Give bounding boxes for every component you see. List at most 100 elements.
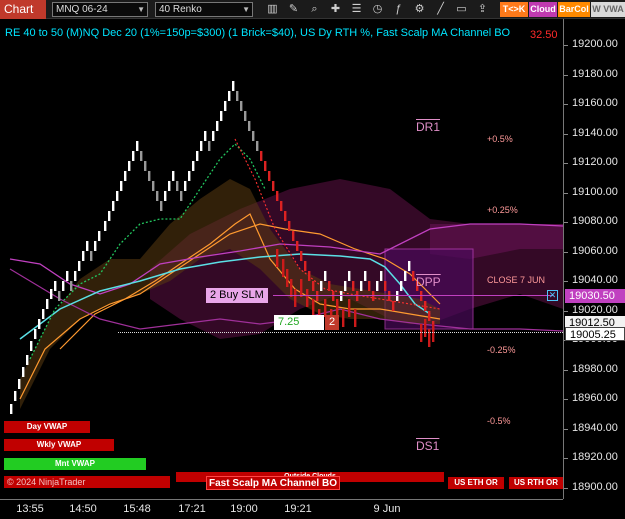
template-icon[interactable]: ▭ bbox=[454, 2, 469, 17]
renko-brick bbox=[320, 281, 323, 291]
barcol-toggle[interactable]: BarCol bbox=[558, 2, 590, 17]
renko-brick bbox=[240, 101, 243, 111]
crosshair-icon[interactable]: ✚ bbox=[328, 2, 343, 17]
renko-brick bbox=[192, 161, 195, 171]
renko-brick-down bbox=[354, 309, 357, 327]
renko-brick-down bbox=[342, 309, 345, 327]
renko-brick bbox=[90, 251, 93, 261]
renko-brick bbox=[200, 141, 203, 151]
pencil-icon[interactable]: ✎ bbox=[286, 2, 301, 17]
renko-brick bbox=[108, 211, 111, 221]
renko-brick bbox=[400, 281, 403, 291]
renko-brick bbox=[58, 291, 61, 301]
renko-brick bbox=[376, 281, 379, 291]
cloud-toggle[interactable]: Cloud bbox=[529, 2, 557, 17]
renko-brick bbox=[10, 404, 13, 414]
position-qty-label[interactable]: 2 bbox=[325, 315, 340, 330]
renko-brick bbox=[264, 161, 267, 171]
wkly-vwap-legend: Wkly VWAP bbox=[4, 439, 114, 451]
renko-brick bbox=[408, 261, 411, 271]
renko-brick bbox=[104, 221, 107, 231]
time-axis[interactable]: 13:55 14:50 15:48 17:21 19:00 19:21 9 Jun bbox=[0, 499, 563, 519]
renko-brick bbox=[308, 271, 311, 281]
price-tick-mark bbox=[564, 104, 568, 105]
renko-brick bbox=[128, 161, 131, 171]
price-tick-mark bbox=[564, 310, 568, 312]
current-price-label: 19030.50 bbox=[565, 289, 625, 303]
renko-brick bbox=[284, 211, 287, 221]
renko-brick bbox=[120, 181, 123, 191]
renko-brick bbox=[46, 299, 49, 309]
renko-brick bbox=[312, 281, 315, 291]
chevron-down-icon: ▼ bbox=[137, 5, 145, 14]
chart-tab[interactable]: Chart bbox=[0, 0, 46, 19]
renko-brick bbox=[168, 181, 171, 191]
renko-brick bbox=[300, 251, 303, 261]
renko-brick bbox=[388, 291, 391, 301]
instrument-selector[interactable]: MNQ 06-24 ▼ bbox=[52, 2, 148, 17]
price-tick-mark bbox=[564, 163, 568, 164]
position-pnl-label[interactable]: 7.25 bbox=[274, 315, 324, 330]
tk-toggle[interactable]: T<>K bbox=[500, 2, 528, 17]
us-eth-or-legend: US ETH OR bbox=[448, 477, 504, 489]
time-icon[interactable]: ◷ bbox=[370, 2, 385, 17]
renko-brick bbox=[54, 281, 57, 291]
renko-brick bbox=[42, 309, 45, 319]
renko-brick bbox=[340, 291, 343, 301]
properties-icon[interactable]: ☰ bbox=[349, 2, 364, 17]
vwap-toggle[interactable]: W VWA bbox=[591, 2, 625, 17]
renko-brick bbox=[124, 171, 127, 181]
renko-brick-down bbox=[306, 289, 309, 307]
renko-brick bbox=[280, 201, 283, 211]
time-tick-label: 15:48 bbox=[123, 503, 151, 515]
drawing-tools-icon[interactable]: ╱ bbox=[433, 2, 448, 17]
price-tick-label: 18980.00 bbox=[572, 362, 618, 375]
price-tick-mark bbox=[564, 222, 568, 223]
renko-brick bbox=[160, 201, 163, 211]
share-icon[interactable]: ⇪ bbox=[475, 2, 490, 17]
price-change-label: 32.50 bbox=[530, 29, 558, 41]
bar-type-icon[interactable]: ▥ bbox=[265, 2, 280, 17]
renko-brick bbox=[316, 291, 319, 301]
mnt-vwap-legend: Mnt VWAP bbox=[4, 458, 146, 470]
buy-order-label[interactable]: 2 Buy SLM bbox=[206, 288, 268, 303]
renko-brick-down bbox=[424, 319, 427, 337]
strategies-icon[interactable]: ⚙ bbox=[412, 2, 427, 17]
renko-brick bbox=[26, 355, 29, 365]
chevron-down-icon: ▼ bbox=[242, 5, 250, 14]
renko-brick bbox=[30, 341, 33, 351]
minus-quarter-pct-label: -0.25% bbox=[487, 345, 516, 355]
buy-order-line[interactable] bbox=[273, 295, 553, 296]
renko-brick bbox=[78, 261, 81, 271]
ds1-label: DS1 bbox=[416, 439, 440, 453]
indicators-icon[interactable]: ƒ bbox=[391, 2, 406, 17]
renko-brick bbox=[244, 111, 247, 121]
renko-brick bbox=[34, 329, 37, 339]
time-tick-label: 14:50 bbox=[69, 503, 97, 515]
price-axis[interactable]: 19200.00 19180.00 19160.00 19140.00 19120.00… bbox=[563, 19, 625, 499]
price-tick-label: 18920.00 bbox=[572, 451, 618, 463]
renko-brick bbox=[352, 281, 355, 291]
chart-plot-area[interactable]: RE 40 to 50 (M)NQ Dec 20 (1%=150p=$300) … bbox=[0, 19, 563, 499]
renko-brick bbox=[82, 251, 85, 261]
renko-brick bbox=[74, 271, 77, 281]
time-tick-label: 17:21 bbox=[178, 503, 206, 515]
copyright-label: © 2024 NinjaTrader bbox=[4, 476, 170, 488]
price-tick-label: 18900.00 bbox=[572, 480, 618, 493]
close-7-jun-label: CLOSE 7 JUN bbox=[487, 275, 546, 285]
renko-brick bbox=[356, 291, 359, 301]
fast-scalp-legend: Fast Scalp MA Channel BO bbox=[206, 476, 340, 490]
interval-selector[interactable]: 40 Renko ▼ bbox=[155, 2, 253, 17]
renko-brick bbox=[86, 241, 89, 251]
renko-brick bbox=[22, 367, 25, 377]
price-tick-label: 19160.00 bbox=[572, 97, 618, 109]
price-tick-label: 19060.00 bbox=[572, 244, 618, 257]
time-tick-label: 13:55 bbox=[16, 503, 44, 515]
zoom-icon[interactable]: ⌕ bbox=[307, 2, 322, 17]
renko-brick bbox=[404, 271, 407, 281]
time-tick-label: 9 Jun bbox=[373, 503, 401, 515]
renko-brick bbox=[50, 289, 53, 299]
renko-brick bbox=[144, 161, 147, 171]
close-order-icon[interactable]: ✕ bbox=[547, 290, 558, 301]
renko-brick bbox=[420, 291, 423, 301]
